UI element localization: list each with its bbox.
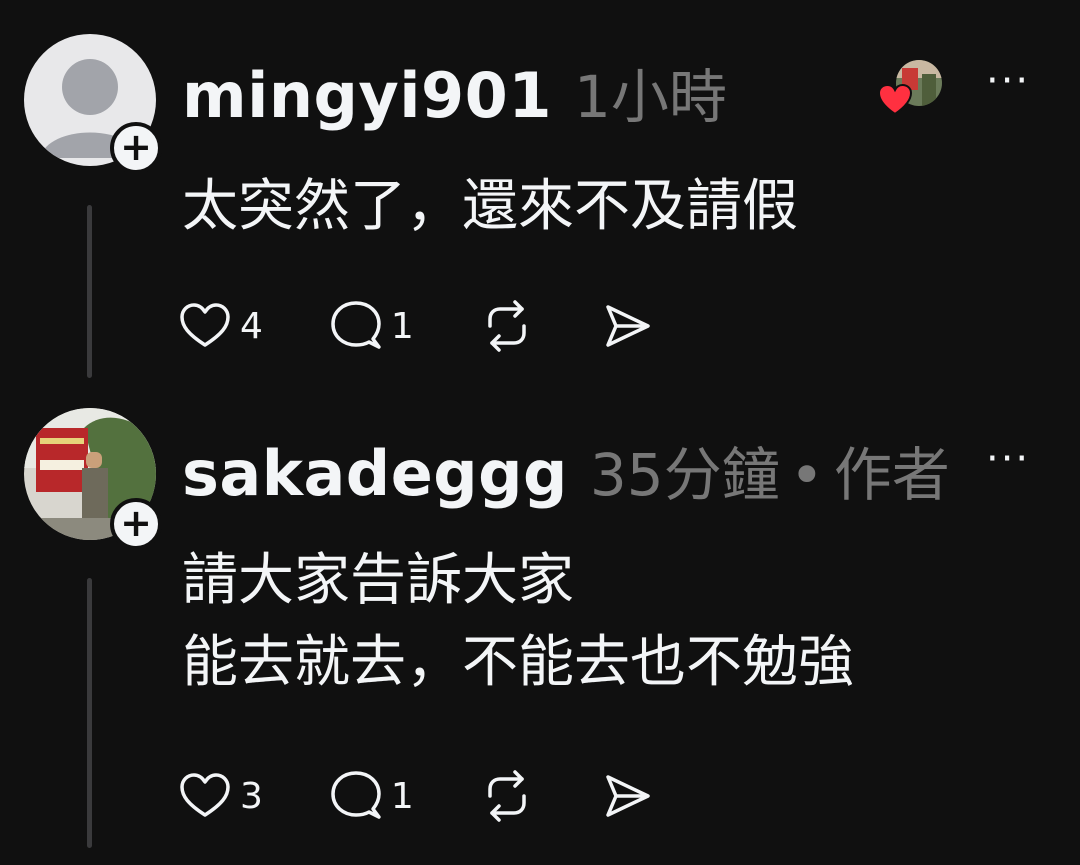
post-header: mingyi901 1小時 [182, 50, 727, 134]
like-count: 3 [240, 775, 263, 817]
timestamp: 1小時 [573, 63, 727, 131]
reply-button[interactable]: 1 [329, 299, 414, 353]
reply-bubble-icon [331, 301, 381, 349]
action-bar: 3 1 [178, 766, 720, 826]
follow-button[interactable]: + [110, 122, 162, 174]
reply-bubble-icon [331, 771, 381, 819]
post-content: 請大家告訴大家 能去就去，不能去也不勉強 [182, 548, 854, 695]
follow-button[interactable]: + [110, 498, 162, 550]
action-bar: 4 1 [178, 296, 720, 356]
heart-icon [180, 773, 230, 817]
share-button[interactable] [600, 769, 654, 823]
reply-count: 1 [390, 305, 414, 347]
repost-icon [488, 770, 526, 822]
repost-button[interactable] [480, 769, 534, 823]
more-options-icon[interactable]: ··· [986, 58, 1030, 104]
like-button[interactable]: 4 [178, 301, 263, 351]
author-label: 作者 [833, 441, 950, 509]
post-content: 太突然了，還來不及請假 [182, 174, 798, 239]
like-button[interactable]: 3 [178, 771, 263, 821]
reply-count: 1 [390, 775, 414, 817]
timestamp: 35分鐘 [589, 441, 780, 509]
comment-post-2: + sakadeggg 35分鐘 • 作者 ··· 請大家告訴大家 能去就去，不… [0, 390, 1080, 865]
thread-line [87, 578, 92, 848]
send-icon [606, 775, 650, 817]
username[interactable]: mingyi901 [182, 59, 552, 132]
share-button[interactable] [600, 299, 654, 353]
post-header: sakadeggg 35分鐘 • 作者 [182, 428, 950, 512]
send-icon [606, 305, 650, 347]
heart-icon [180, 303, 230, 347]
username[interactable]: sakadeggg [182, 437, 568, 510]
thread-line [87, 205, 92, 378]
like-count: 4 [240, 305, 263, 347]
more-options-icon[interactable]: ··· [986, 436, 1030, 482]
repost-icon [488, 300, 526, 352]
author-liked-heart-icon [877, 83, 913, 120]
repost-button[interactable] [480, 299, 534, 353]
separator-dot: • [789, 441, 824, 509]
reply-button[interactable]: 1 [329, 769, 414, 823]
comment-post-1: + mingyi901 1小時 ··· 太突然了，還來不及請假 4 1 [0, 0, 1080, 390]
